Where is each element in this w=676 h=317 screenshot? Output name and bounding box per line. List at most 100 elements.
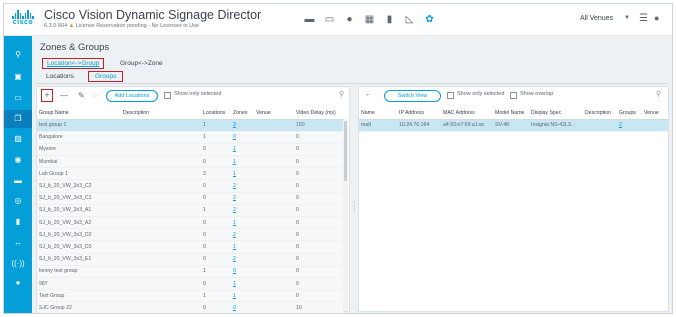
table-row[interactable]: Test Group 1 1 0 — [37, 289, 343, 303]
column-header[interactable]: Zones — [231, 107, 254, 120]
drag-handle-icon[interactable]: · · · · — [353, 199, 355, 215]
breadcrumb-group-zone[interactable]: Group<->Zone — [120, 60, 163, 67]
triangle-icon[interactable]: ◺ — [404, 14, 415, 25]
devices-toolbar: ← Switch View Show only selected Show ov… — [359, 87, 671, 105]
breadcrumb-location-group[interactable]: Location<->Group — [42, 58, 105, 69]
media-icon[interactable]: ▣ — [11, 72, 25, 82]
table-cell[interactable]: 1 — [231, 240, 254, 254]
scrollbar-thumb[interactable] — [344, 121, 347, 181]
table-cell[interactable]: 1 — [231, 155, 254, 169]
table-row[interactable]: SJ_b_20_VW_3x3_D3 0 1 0 — [37, 240, 343, 254]
table-cell[interactable]: 2 — [231, 204, 254, 218]
table-cell[interactable]: 0 — [231, 131, 254, 144]
table-row[interactable]: kenny test group 1 0 0 — [37, 265, 343, 278]
column-header[interactable]: Model Name — [493, 107, 529, 120]
show-only-selected-checkbox[interactable] — [164, 92, 171, 99]
column-header[interactable]: Group Name — [37, 107, 121, 120]
table-cell: Test Group — [37, 289, 121, 303]
tab-groups[interactable]: Groups — [88, 71, 124, 82]
table-cell[interactable]: 3 — [231, 119, 254, 132]
table-cell — [121, 155, 201, 169]
table-cell[interactable]: 2 — [231, 228, 254, 242]
image-icon[interactable]: ▨ — [11, 134, 25, 144]
ticker-icon[interactable]: ▬ — [11, 176, 25, 186]
folder-icon[interactable]: ▬ — [304, 14, 315, 25]
table-cell[interactable]: 0 — [231, 265, 254, 278]
show-overlap-checkbox[interactable] — [510, 92, 517, 99]
table-row[interactable]: Lab Group 1 31 0 — [37, 167, 343, 181]
table-cell: 0 — [294, 131, 343, 144]
table-cell[interactable]: 1 — [231, 167, 254, 181]
user-icon[interactable]: ● — [654, 13, 659, 23]
globe-icon[interactable]: ● — [11, 278, 25, 288]
tab-locations[interactable]: Locations — [46, 73, 74, 80]
table-cell[interactable]: 2 — [617, 119, 642, 132]
display-icon[interactable]: ▭ — [11, 93, 25, 103]
table-cell — [121, 119, 201, 132]
remove-icon[interactable]: — — [60, 91, 68, 100]
column-header[interactable]: Groups — [617, 107, 642, 120]
table-row[interactable]: 987 0 1 0 — [37, 277, 343, 291]
table-row[interactable]: test group 1 1 3 150 — [37, 119, 343, 132]
switch-view-button[interactable]: Switch View — [384, 90, 441, 102]
add-locations-button[interactable]: Add Locations — [106, 90, 158, 102]
table-row[interactable]: matt 10.24.76.164 a4:93:e7:69:a1:ac SV-4K In… — [359, 119, 668, 132]
vertical-scrollbar[interactable] — [343, 119, 348, 311]
column-header[interactable]: Venue — [642, 107, 668, 120]
radio-icon[interactable]: ((·)) — [11, 259, 25, 269]
table-row[interactable]: SJ_b_20_VW_3x3_E1 0 2 0 — [37, 253, 343, 266]
broadcast-icon[interactable]: ◉ — [11, 155, 25, 165]
table-cell[interactable]: 1 — [231, 277, 254, 291]
monitor-icon[interactable]: ▭ — [324, 14, 335, 25]
column-header[interactable]: Video Delay (ms) — [294, 107, 343, 120]
edit-icon[interactable]: ✎ — [78, 91, 85, 100]
table-cell[interactable]: 1 — [231, 289, 254, 303]
cisco-logo[interactable]: cisco — [10, 10, 36, 30]
show-only-selected-checkbox-right[interactable] — [447, 92, 454, 99]
venue-select[interactable]: All Venues ▼ — [580, 15, 630, 22]
target-icon[interactable]: ◎ — [11, 196, 25, 206]
table-row[interactable]: SJ_b_20_VW_3x3_C1 0 2 0 — [37, 192, 343, 205]
table-cell: test group 1 — [37, 119, 121, 132]
table-cell[interactable]: 1 — [231, 216, 254, 230]
table-row[interactable]: SJC Group 22 0 0 10 — [37, 301, 343, 313]
search-icon[interactable]: ⚲ — [656, 90, 661, 98]
grid-icon[interactable]: ▦ — [364, 14, 375, 25]
search-icon[interactable]: ⚲ — [339, 90, 344, 98]
column-header[interactable]: IP Address — [397, 107, 441, 120]
table-row[interactable]: Mumbai 0 1 0 — [37, 155, 343, 169]
arrow-left-icon[interactable]: ← — [365, 91, 372, 98]
table-cell: 0 — [294, 192, 343, 205]
connect-icon[interactable]: ↔ — [11, 238, 25, 248]
device-icon[interactable]: ▮ — [11, 217, 25, 227]
column-header[interactable]: MAC Address — [441, 107, 493, 120]
panel-splitter[interactable]: · · · · — [351, 86, 357, 312]
column-header[interactable]: Name — [359, 107, 397, 120]
play-icon[interactable]: ● — [344, 14, 355, 25]
table-row[interactable]: Bangalore 1 0 0 — [37, 131, 343, 144]
column-header[interactable]: Display Spec — [529, 107, 583, 120]
column-header[interactable]: Locations — [201, 107, 231, 120]
chart-icon[interactable]: ▮ — [384, 14, 395, 25]
table-row[interactable]: Mysore 0 1 0 — [37, 143, 343, 157]
column-header[interactable]: Description — [121, 107, 201, 120]
table-cell: SJ_b_20_VW_3x3_A1 — [37, 204, 121, 218]
info-icon[interactable]: ◌ — [92, 91, 97, 100]
table-cell[interactable]: 2 — [231, 253, 254, 266]
table-row[interactable]: SJ_b_20_VW_3x3_A1 1 2 0 — [37, 204, 343, 218]
table-cell[interactable]: 2 — [231, 192, 254, 205]
table-cell[interactable]: 2 — [231, 179, 254, 193]
column-header[interactable]: Description — [583, 107, 617, 120]
add-group-button[interactable]: + — [41, 89, 53, 102]
table-cell: 10 — [294, 301, 343, 313]
table-cell[interactable]: 1 — [231, 143, 254, 157]
table-row[interactable]: SJ_b_20_VW_3x3_C2 0 2 0 — [37, 179, 343, 193]
gear-icon[interactable]: ✿ — [424, 14, 435, 25]
table-row[interactable]: SJ_b_20_VW_3x3_A2 0 1 0 — [37, 216, 343, 230]
table-row[interactable]: SJ_b_20_VW_3x3_D2 0 2 0 — [37, 228, 343, 242]
table-cell[interactable]: 0 — [231, 301, 254, 313]
location-icon[interactable]: ⚲ — [11, 50, 25, 60]
layers-icon[interactable]: ❐ — [4, 110, 32, 128]
column-header[interactable]: Venue — [254, 107, 294, 120]
menu-icon[interactable]: ☰ — [639, 13, 648, 24]
